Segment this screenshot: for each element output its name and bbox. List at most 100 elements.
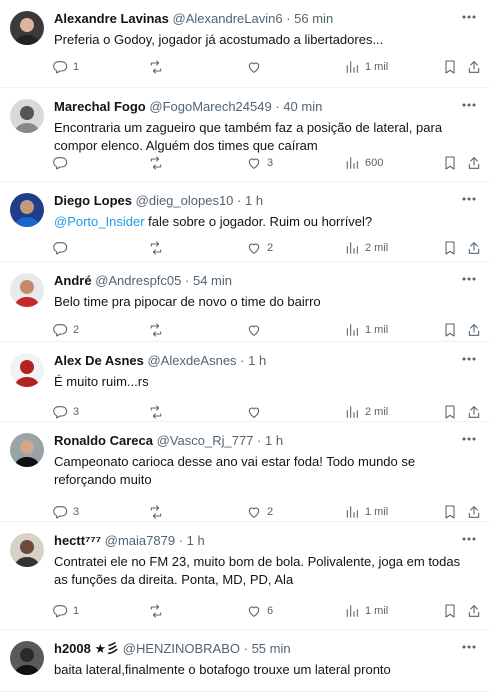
share-icon	[466, 504, 482, 520]
reply-button[interactable]: 1	[52, 57, 79, 77]
timestamp[interactable]: 55 min	[252, 641, 291, 656]
bookmark-button[interactable]	[442, 153, 458, 173]
repost-button[interactable]	[148, 320, 169, 340]
views-button[interactable]: 600	[344, 153, 383, 173]
views-button[interactable]: 1 mil	[344, 502, 388, 522]
avatar[interactable]	[10, 433, 44, 467]
reply-tweet[interactable]: hectt⁷⁷⁷ @maia7879 · 1 h Contratei ele n…	[0, 522, 490, 630]
user-handle[interactable]: @maia7879	[105, 533, 175, 548]
reply-button[interactable]: 3	[52, 402, 79, 422]
repost-button[interactable]	[148, 153, 169, 173]
more-options-button[interactable]	[460, 351, 478, 367]
reply-button[interactable]	[52, 238, 73, 258]
reply-tweet[interactable]: André @Andrespfc05 · 54 min Belo time pr…	[0, 262, 490, 342]
bookmark-icon	[442, 155, 458, 171]
like-button[interactable]	[246, 57, 267, 77]
bookmark-button[interactable]	[442, 238, 458, 258]
display-name[interactable]: hectt⁷⁷⁷	[54, 533, 101, 548]
user-handle[interactable]: @dieg_olopes10	[136, 193, 234, 208]
reply-button[interactable]	[52, 153, 73, 173]
separator-dot: ·	[243, 641, 248, 656]
display-name[interactable]: Diego Lopes	[54, 193, 132, 208]
timestamp[interactable]: 1 h	[248, 353, 266, 368]
display-name[interactable]: André	[54, 273, 92, 288]
avatar[interactable]	[10, 353, 44, 387]
like-button[interactable]: 2	[246, 238, 273, 258]
timestamp[interactable]: 1 h	[187, 533, 205, 548]
views-button[interactable]: 2 mil	[344, 238, 388, 258]
display-name[interactable]: h2008 ★彡	[54, 641, 119, 656]
repost-button[interactable]	[148, 502, 169, 522]
timestamp[interactable]: 1 h	[265, 433, 283, 448]
share-button[interactable]	[466, 238, 482, 258]
bookmark-button[interactable]	[442, 502, 458, 522]
timestamp[interactable]: 40 min	[283, 99, 322, 114]
timestamp[interactable]: 56 min	[294, 11, 333, 26]
reply-button[interactable]: 3	[52, 502, 79, 522]
repost-button[interactable]	[148, 238, 169, 258]
bookmark-icon	[442, 59, 458, 75]
repost-icon	[148, 603, 164, 619]
repost-button[interactable]	[148, 402, 169, 422]
avatar[interactable]	[10, 99, 44, 133]
reply-tweet[interactable]: Diego Lopes @dieg_olopes10 · 1 h @Porto_…	[0, 182, 490, 262]
avatar[interactable]	[10, 533, 44, 567]
bookmark-button[interactable]	[442, 57, 458, 77]
reply-tweet[interactable]: Alex De Asnes @AlexdeAsnes · 1 h É muito…	[0, 342, 490, 422]
avatar[interactable]	[10, 193, 44, 227]
tweet-header: Alex De Asnes @AlexdeAsnes · 1 h	[54, 353, 460, 369]
more-options-button[interactable]	[460, 191, 478, 207]
repost-button[interactable]	[148, 57, 169, 77]
like-button[interactable]	[246, 320, 267, 340]
display-name[interactable]: Ronaldo Careca	[54, 433, 153, 448]
user-handle[interactable]: @Vasco_Rj_777	[157, 433, 254, 448]
reply-button[interactable]: 1	[52, 601, 79, 621]
like-button[interactable]: 3	[246, 153, 273, 173]
user-handle[interactable]: @FogoMarech24549	[149, 99, 271, 114]
reply-button[interactable]: 2	[52, 320, 79, 340]
like-button[interactable]	[246, 402, 267, 422]
user-handle[interactable]: @HENZINOBRABO	[123, 641, 240, 656]
share-button[interactable]	[466, 502, 482, 522]
views-button[interactable]: 1 mil	[344, 601, 388, 621]
share-button[interactable]	[466, 153, 482, 173]
bookmark-button[interactable]	[442, 402, 458, 422]
bookmark-button[interactable]	[442, 320, 458, 340]
user-handle[interactable]: @AlexandreLavin6	[173, 11, 283, 26]
timestamp[interactable]: 54 min	[193, 273, 232, 288]
reply-tweet[interactable]: Alexandre Lavinas @AlexandreLavin6 · 56 …	[0, 0, 490, 88]
reply-tweet[interactable]: Marechal Fogo @FogoMarech24549 · 40 min …	[0, 88, 490, 182]
like-button[interactable]: 2	[246, 502, 273, 522]
user-handle[interactable]: @AlexdeAsnes	[147, 353, 236, 368]
views-button[interactable]: 1 mil	[344, 320, 388, 340]
share-button[interactable]	[466, 320, 482, 340]
mention-link[interactable]: @Porto_Insider	[54, 214, 145, 229]
views-button[interactable]: 1 mil	[344, 57, 388, 77]
share-button[interactable]	[466, 57, 482, 77]
tweet-text-body: É muito ruim...rs	[54, 374, 149, 389]
display-name[interactable]: Marechal Fogo	[54, 99, 146, 114]
timestamp[interactable]: 1 h	[245, 193, 263, 208]
user-handle[interactable]: @Andrespfc05	[95, 273, 181, 288]
repost-button[interactable]	[148, 601, 169, 621]
avatar[interactable]	[10, 641, 44, 675]
display-name[interactable]: Alex De Asnes	[54, 353, 144, 368]
avatar[interactable]	[10, 273, 44, 307]
reply-tweet[interactable]: Ronaldo Careca @Vasco_Rj_777 · 1 h Campe…	[0, 422, 490, 522]
views-icon	[344, 322, 360, 338]
more-options-button[interactable]	[460, 639, 478, 655]
avatar[interactable]	[10, 11, 44, 45]
more-options-button[interactable]	[460, 9, 478, 25]
like-button[interactable]: 6	[246, 601, 273, 621]
share-button[interactable]	[466, 402, 482, 422]
more-options-button[interactable]	[460, 271, 478, 287]
share-button[interactable]	[466, 601, 482, 621]
reply-tweet[interactable]: h2008 ★彡 @HENZINOBRABO · 55 min baita la…	[0, 630, 490, 692]
views-button[interactable]: 2 mil	[344, 402, 388, 422]
bookmark-button[interactable]	[442, 601, 458, 621]
display-name[interactable]: Alexandre Lavinas	[54, 11, 169, 26]
more-options-button[interactable]	[460, 97, 478, 113]
more-options-button[interactable]	[460, 431, 478, 447]
more-options-button[interactable]	[460, 531, 478, 547]
views-count: 1 mil	[365, 506, 389, 518]
